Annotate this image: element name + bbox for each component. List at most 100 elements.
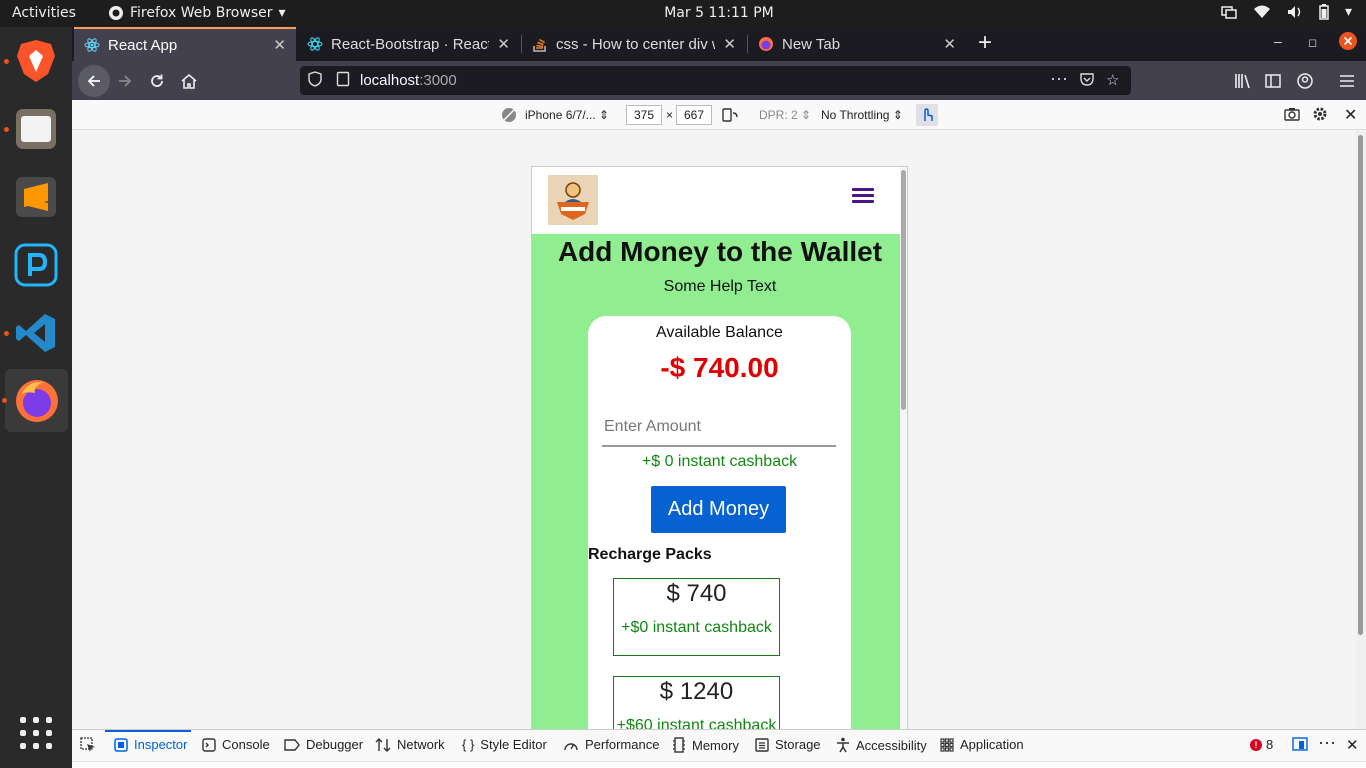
- clock[interactable]: Mar 5 11:11 PM: [0, 5, 1366, 21]
- account-icon: [1297, 73, 1313, 89]
- performance-gauge-icon: [564, 742, 578, 750]
- viewport-height-input[interactable]: 667: [676, 105, 712, 125]
- dock-files[interactable]: [4, 105, 60, 153]
- dpr-selector[interactable]: DPR: 2 ⇕: [759, 108, 811, 122]
- dock-sublime[interactable]: [12, 173, 60, 221]
- devtools-more-options-icon[interactable]: ···: [1318, 732, 1336, 753]
- running-indicator: [2, 398, 7, 403]
- devtools-tab-label: Style Editor: [480, 737, 547, 752]
- react-icon: [84, 38, 100, 52]
- stackoverflow-icon: [533, 38, 546, 52]
- devtools-tab-label: Memory: [692, 737, 739, 753]
- new-tab-plus-icon[interactable]: +: [978, 29, 992, 57]
- close-rdm-icon[interactable]: ✕: [1344, 105, 1357, 125]
- shield-icon[interactable]: [308, 71, 322, 91]
- devtools-tab-storage[interactable]: Storage: [755, 737, 821, 752]
- maximize-window-icon[interactable]: ◻: [1308, 36, 1317, 49]
- tab-react-bootstrap[interactable]: React-Bootstrap · React-B ✕: [297, 27, 520, 61]
- close-tab-icon[interactable]: ✕: [723, 35, 736, 53]
- devtools-tab-application[interactable]: Application: [940, 737, 1024, 752]
- close-tab-icon[interactable]: ✕: [273, 36, 286, 54]
- memory-chip-icon: [673, 737, 685, 753]
- wallet-section: Add Money to the Wallet Some Help Text A…: [532, 234, 900, 735]
- show-apps-grid-icon[interactable]: [20, 717, 52, 752]
- throttling-label: No Throttling: [821, 108, 890, 122]
- tab-title: New Tab: [782, 35, 841, 53]
- running-indicator: [4, 127, 9, 132]
- navbar-toggle-button[interactable]: [852, 188, 874, 206]
- touch-simulation-toggle[interactable]: [916, 104, 938, 126]
- devtools-tab-network[interactable]: Network: [375, 737, 445, 752]
- scrollbar-thumb[interactable]: [901, 170, 906, 410]
- tab-new-tab[interactable]: New Tab ✕: [748, 27, 966, 61]
- amount-input[interactable]: [602, 409, 836, 447]
- responsive-design-mode-icon[interactable]: [1292, 736, 1308, 752]
- page-actions-icon[interactable]: ···: [1050, 68, 1068, 89]
- url-bar[interactable]: localhost:3000 ··· ☆: [300, 66, 1131, 95]
- bookmark-star-icon[interactable]: ☆: [1106, 71, 1119, 89]
- close-tab-icon[interactable]: ✕: [497, 35, 510, 53]
- sublime-text-icon: [16, 177, 56, 217]
- navigation-toolbar: localhost:3000 ··· ☆: [72, 61, 1366, 100]
- devtools-tab-memory[interactable]: Memory: [672, 737, 739, 753]
- tab-title: React App: [108, 36, 178, 54]
- devtools-tab-inspector[interactable]: Inspector: [114, 737, 187, 752]
- devtools-tab-performance[interactable]: Performance: [563, 737, 659, 752]
- scrollbar-thumb[interactable]: [1358, 135, 1363, 635]
- devtools-panel-top: [72, 761, 1366, 768]
- running-indicator: [4, 331, 9, 336]
- error-count: 8: [1266, 737, 1274, 752]
- devtools-tab-label: Performance: [585, 737, 660, 752]
- tab-title: React-Bootstrap · React-B: [331, 35, 490, 53]
- brand-logo[interactable]: [548, 175, 598, 225]
- devtools-tab-label: Storage: [775, 737, 821, 752]
- devtools-tab-accessibility[interactable]: Accessibility: [836, 737, 927, 753]
- dock-pcloud[interactable]: [12, 241, 60, 289]
- settings-gear-icon[interactable]: [1312, 106, 1328, 125]
- sidebar-button[interactable]: [1260, 68, 1286, 94]
- app-navbar: [532, 167, 900, 234]
- device-icon: [501, 107, 517, 126]
- screenshot-camera-icon[interactable]: [1284, 106, 1300, 125]
- forward-button[interactable]: [112, 68, 138, 94]
- tab-stackoverflow[interactable]: css - How to center div w ✕: [522, 27, 746, 61]
- devtools-tab-console[interactable]: Console: [202, 737, 270, 752]
- close-tab-icon[interactable]: ✕: [943, 35, 956, 53]
- dock-brave[interactable]: [4, 37, 60, 85]
- back-button[interactable]: [78, 65, 110, 97]
- library-button[interactable]: [1230, 68, 1256, 94]
- dock-firefox[interactable]: [2, 369, 68, 432]
- home-button[interactable]: [176, 68, 202, 94]
- pack-cashback: +$0 instant cashback: [621, 619, 772, 636]
- device-selector[interactable]: iPhone 6/7/... ⇕: [525, 108, 609, 122]
- devtools-tab-label: Application: [960, 737, 1024, 752]
- recharge-pack[interactable]: $ 740 +$0 instant cashback: [613, 578, 780, 656]
- close-devtools-icon[interactable]: ✕: [1346, 736, 1359, 754]
- system-tray[interactable]: ▾: [1221, 4, 1352, 20]
- close-window-icon[interactable]: [1338, 31, 1358, 54]
- files-icon: [16, 109, 56, 149]
- page-scrollbar[interactable]: [1356, 131, 1366, 729]
- brand-logo-icon: [557, 182, 589, 220]
- page-info-icon[interactable]: [336, 71, 350, 91]
- pocket-icon[interactable]: [1079, 71, 1095, 91]
- devtools-tab-style-editor[interactable]: { } Style Editor: [462, 737, 547, 752]
- devtools-tab-debugger[interactable]: Debugger: [284, 737, 363, 752]
- error-counter[interactable]: ! 8: [1250, 737, 1273, 752]
- rotate-viewport-icon[interactable]: [721, 107, 739, 126]
- minimize-window-icon[interactable]: –: [1274, 33, 1282, 49]
- add-money-button[interactable]: Add Money: [651, 486, 786, 533]
- account-button[interactable]: [1292, 68, 1318, 94]
- viewport-width-input[interactable]: 375: [626, 105, 662, 125]
- dock-vscode[interactable]: [4, 309, 60, 357]
- element-picker-icon[interactable]: [80, 737, 96, 753]
- brave-icon: [17, 40, 55, 82]
- reload-button[interactable]: [144, 68, 170, 94]
- menu-button[interactable]: [1334, 68, 1360, 94]
- device-scrollbar[interactable]: [900, 167, 907, 735]
- throttling-selector[interactable]: No Throttling ⇕: [821, 108, 903, 122]
- recharge-pack[interactable]: $ 1240 +$60 instant cashback: [613, 676, 780, 735]
- battery-icon: [1319, 4, 1329, 20]
- page-title: Add Money to the Wallet: [557, 236, 883, 267]
- tab-react-app[interactable]: React App ✕: [74, 27, 296, 61]
